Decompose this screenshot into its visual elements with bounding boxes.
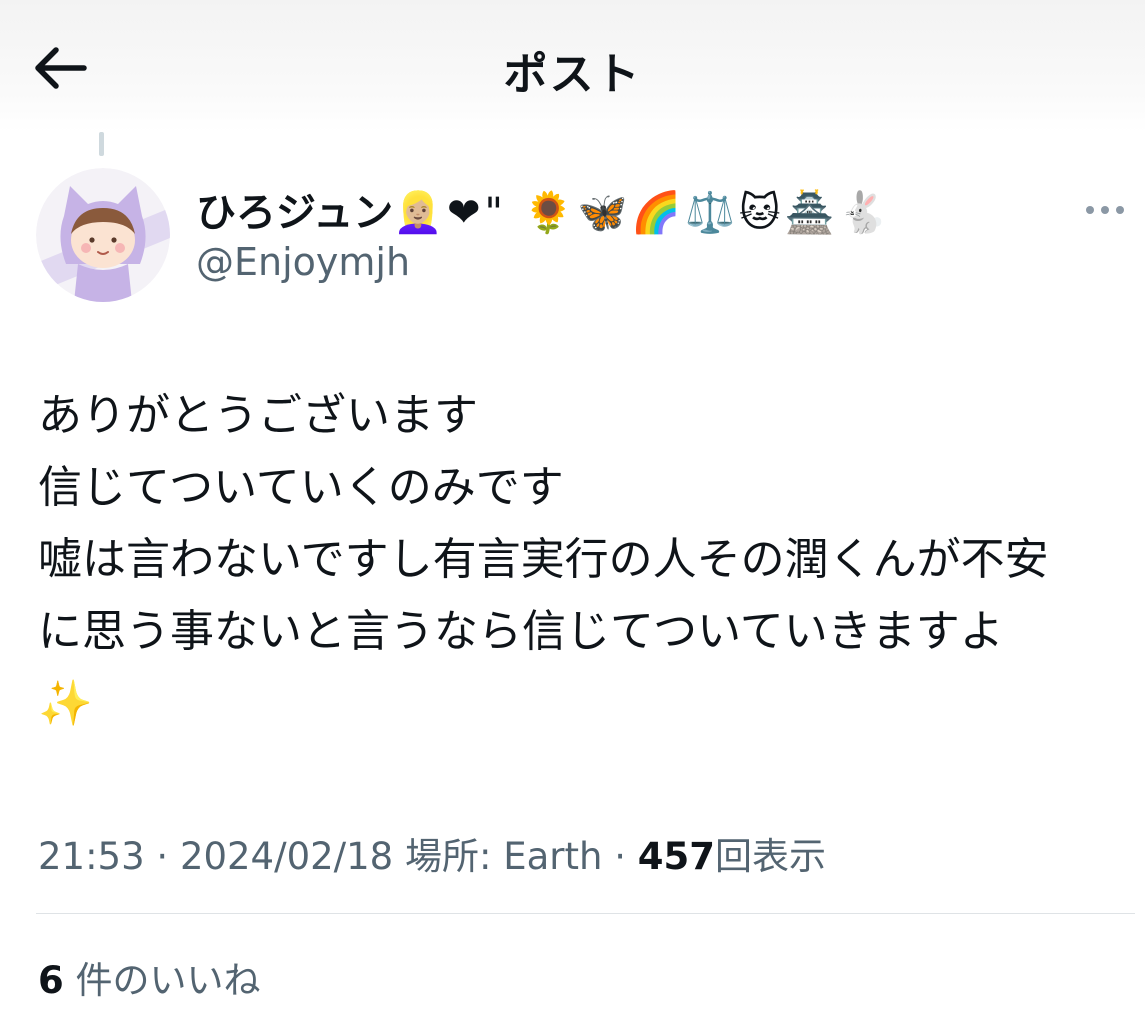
post-meta: 21:53 · 2024/02/18 場所: Earth · 457回表示 <box>38 826 826 880</box>
likes-count: 6 <box>38 959 64 1002</box>
display-name-text: ひろジュン <box>196 190 394 236</box>
top-bar: ポスト <box>0 0 1145 132</box>
avatar-image <box>36 168 170 302</box>
views-count: 457 <box>637 835 715 878</box>
divider <box>36 913 1135 914</box>
likes-label: 件のいいね <box>75 959 261 1002</box>
likes-link[interactable]: 6 件のいいね <box>38 950 261 1004</box>
meta-separator: · <box>614 835 626 878</box>
views-label: 回表示 <box>714 835 826 878</box>
thread-connector-line <box>99 132 104 156</box>
page-title: ポスト <box>503 49 642 100</box>
post-text: ありがとうございます 信じてついていくのみです 嘘は言わないですし有言実行の人そ… <box>38 390 1049 729</box>
avatar[interactable] <box>36 168 170 302</box>
more-dot-icon <box>1086 206 1094 214</box>
more-dot-icon <box>1116 206 1124 214</box>
display-name-emojis: 👱🏼‍♀️❤" 🌻🦋🌈⚖️🐱🏯🐇 <box>393 190 893 236</box>
more-options-button[interactable] <box>1080 190 1130 230</box>
post-date[interactable]: 2024/02/18 <box>180 835 393 878</box>
user-handle[interactable]: @Enjoymjh <box>196 240 410 284</box>
more-dot-icon <box>1101 206 1109 214</box>
display-name[interactable]: ひろジュン👱🏼‍♀️❤" 🌻🦋🌈⚖️🐱🏯🐇 <box>196 180 892 238</box>
meta-separator: · <box>156 835 169 878</box>
post-time[interactable]: 21:53 <box>38 835 145 878</box>
post-location: 場所: Earth <box>404 835 603 878</box>
